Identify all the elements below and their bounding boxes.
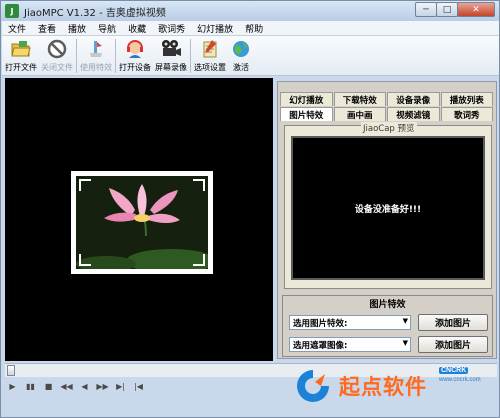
mask-image-select[interactable]: 选用遮罩图像: ▼ <box>289 337 411 352</box>
next-frame-icon[interactable]: ▶| <box>113 380 128 392</box>
minimize-button[interactable]: ─ <box>415 2 437 17</box>
toolbar-separator <box>115 39 116 73</box>
options-label: 选项设置 <box>194 63 226 72</box>
stop-icon[interactable]: ■ <box>41 380 56 392</box>
toolbar-separator <box>190 39 191 73</box>
rewind-icon[interactable]: ◀◀ <box>59 380 74 392</box>
menu-play[interactable]: 播放 <box>62 22 92 35</box>
tab-video-filter[interactable]: 视频滤镜 <box>387 107 440 121</box>
menu-help[interactable]: 帮助 <box>239 22 269 35</box>
menu-bar: 文件 查看 播放 导航 收藏 歌词秀 幻灯播放 帮助 <box>2 21 499 36</box>
open-file-label: 打开文件 <box>5 63 37 72</box>
open-device-label: 打开设备 <box>119 63 151 72</box>
tab-row-bottom: 图片特效 画中画 视频滤镜 歌词秀 <box>280 107 494 121</box>
watermark-badge: CNCRK <box>439 367 469 374</box>
main-window: J JiaoMPC V1.32 - 吉奥虚拟视频 ─ □ ✕ 文件 查看 播放 … <box>0 0 500 418</box>
prev-frame-icon[interactable]: |◀ <box>131 380 146 392</box>
preview-screen: 设备没准备好!!! <box>291 136 485 280</box>
preview-group: JiaoCap 预览 设备没准备好!!! <box>284 122 492 289</box>
dropdown-arrow-icon: ▼ <box>402 339 408 347</box>
tab-slideshow[interactable]: 幻灯播放 <box>280 92 333 106</box>
screen-record-button[interactable]: 屏幕录像 <box>155 36 187 74</box>
play-icon[interactable]: ▶ <box>5 380 20 392</box>
image-effects-title: 图片特效 <box>369 300 406 310</box>
tab-lyrics[interactable]: 歌词秀 <box>440 107 493 121</box>
window-controls: ─ □ ✕ <box>415 2 495 17</box>
add-mask-image-button[interactable]: 添加图片 <box>418 336 488 353</box>
image-effect-select[interactable]: 选用图片特效: ▼ <box>289 315 411 330</box>
seek-thumb[interactable] <box>7 365 15 376</box>
menu-favorites[interactable]: 收藏 <box>122 22 152 35</box>
watermark-url: www.cncrk.com <box>439 377 481 383</box>
options-button[interactable]: 选项设置 <box>194 36 226 74</box>
open-device-button[interactable]: 打开设备 <box>119 36 151 74</box>
photo-frame <box>71 171 213 274</box>
menu-file[interactable]: 文件 <box>2 22 32 35</box>
toolbar: 打开文件 关闭文件 使用特效 打开设备 屏幕录像 选项设置 激活 <box>2 36 499 76</box>
globe-icon <box>230 38 252 60</box>
close-file-label: 关闭文件 <box>41 63 73 72</box>
app-icon: J <box>5 4 19 18</box>
image-effects-group: 图片特效 选用图片特效: ▼ 添加图片 选用遮罩图像: ▼ 添加图片 <box>282 295 493 357</box>
lotus-photo <box>76 176 208 269</box>
video-display[interactable] <box>5 78 273 361</box>
no-entry-icon <box>46 38 68 60</box>
activate-button[interactable]: 激活 <box>230 36 252 74</box>
title-bar[interactable]: J JiaoMPC V1.32 - 吉奥虚拟视频 ─ □ ✕ <box>1 1 499 21</box>
close-file-button[interactable]: 关闭文件 <box>41 36 73 74</box>
device-not-ready-message: 设备没准备好!!! <box>354 204 422 215</box>
preview-caption: JiaoCap 预览 <box>361 122 417 134</box>
fast-forward-icon[interactable]: ▶▶ <box>95 380 110 392</box>
step-back-icon[interactable]: ◀ <box>77 380 92 392</box>
film-camera-icon <box>160 38 182 60</box>
screen-record-label: 屏幕录像 <box>155 63 187 72</box>
tab-download-effects[interactable]: 下载特效 <box>333 92 386 106</box>
tab-picture-in-picture[interactable]: 画中画 <box>333 107 386 121</box>
close-button[interactable]: ✕ <box>457 2 495 17</box>
menu-view[interactable]: 查看 <box>32 22 62 35</box>
image-effect-select-value: 选用图片特效: <box>293 318 348 329</box>
tab-device-record[interactable]: 设备录像 <box>387 92 440 106</box>
dropdown-arrow-icon: ▼ <box>402 317 408 325</box>
menu-lyrics[interactable]: 歌词秀 <box>152 22 191 35</box>
use-effects-button[interactable]: 使用特效 <box>80 36 112 74</box>
maximize-button[interactable]: □ <box>436 2 458 17</box>
tab-row-top: 幻灯播放 下载特效 设备录像 播放列表 <box>280 92 494 106</box>
folder-open-icon <box>10 38 32 60</box>
side-panel: 幻灯播放 下载特效 设备录像 播放列表 图片特效 画中画 视频滤镜 歌词秀 Ji… <box>277 81 497 359</box>
menu-navigate[interactable]: 导航 <box>92 22 122 35</box>
menu-slideshow[interactable]: 幻灯播放 <box>191 22 239 35</box>
settings-icon <box>199 38 221 60</box>
window-title: JiaoMPC V1.32 - 吉奥虚拟视频 <box>24 7 166 19</box>
activate-label: 激活 <box>233 63 249 72</box>
tab-image-effects[interactable]: 图片特效 <box>280 107 333 121</box>
mask-image-select-value: 选用遮罩图像: <box>293 340 348 351</box>
watermark-logo-icon <box>297 370 329 402</box>
effects-icon <box>85 38 107 60</box>
toolbar-separator <box>76 39 77 73</box>
add-image-button[interactable]: 添加图片 <box>418 314 488 331</box>
watermark-text: 起点软件 <box>339 375 427 399</box>
headset-person-icon <box>124 38 146 60</box>
tab-playlist[interactable]: 播放列表 <box>440 92 493 106</box>
open-file-button[interactable]: 打开文件 <box>5 36 37 74</box>
pause-icon[interactable]: ▮▮ <box>23 380 38 392</box>
watermark: 起点软件 CNCRK www.cncrk.com <box>293 361 493 411</box>
use-effects-label: 使用特效 <box>80 63 112 72</box>
